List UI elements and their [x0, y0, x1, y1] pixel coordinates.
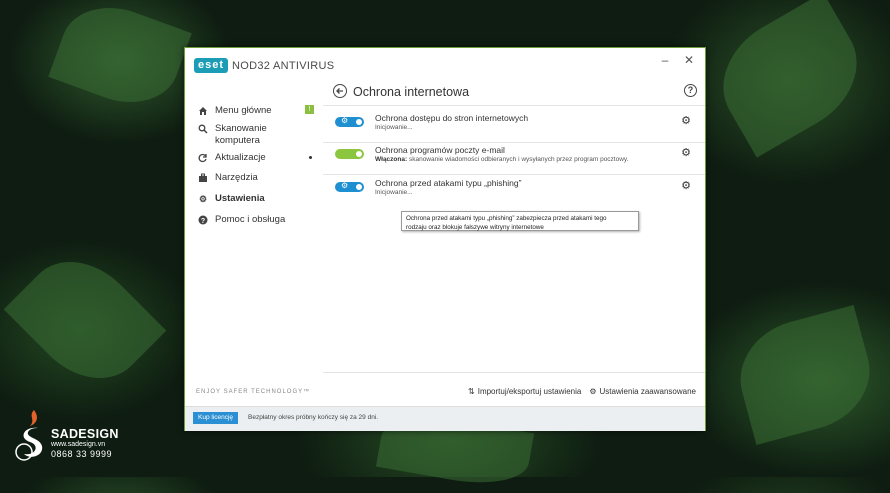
eset-logo: eset NOD32 ANTIVIRUS: [194, 58, 334, 73]
sidebar-item-label: Ustawienia: [215, 193, 265, 204]
close-button[interactable]: ✕: [681, 53, 697, 67]
svg-text:?: ?: [201, 218, 205, 225]
protection-row-phishing: ⚙ Ochrona przed atakami typu „phishing” …: [323, 175, 705, 207]
sidebar-item-scan[interactable]: Skanowanie komputera: [198, 123, 316, 147]
advanced-settings-link[interactable]: ⚙ Ustawienia zaawansowane: [589, 387, 696, 396]
trial-status-text: Bezpłatny okres próbny kończy się za 29 …: [248, 414, 379, 421]
import-export-icon: ⇅: [468, 387, 475, 396]
toggle-switch[interactable]: ⚙: [335, 181, 364, 192]
row-title[interactable]: Ochrona programów poczty e-mail: [375, 145, 505, 155]
row-status: Inicjowanie...: [375, 189, 413, 196]
watermark-phone: 0868 33 9999: [51, 449, 113, 459]
footer-links: ⇅ Importuj/eksportuj ustawienia ⚙ Ustawien…: [468, 387, 696, 396]
gear-icon: ⚙: [341, 181, 349, 190]
help-icon: ?: [198, 215, 208, 225]
refresh-icon: [198, 153, 208, 163]
gear-icon: ⚙: [341, 116, 349, 125]
watermark-url: www.sadesign.vn: [51, 441, 106, 448]
row-title[interactable]: Ochrona przed atakami typu „phishing”: [375, 178, 521, 188]
sidebar-item-label: Skanowanie komputera: [215, 123, 267, 146]
tooltip: Ochrona przed atakami typu „phishing” za…: [401, 211, 639, 231]
tooltip-line: Ochrona przed atakami typu „phishing” za…: [406, 215, 607, 222]
sidebar-item-settings[interactable]: ⚙ Ustawienia: [198, 193, 316, 204]
toggle-knob: [356, 119, 362, 125]
tagline: ENJOY SAFER TECHNOLOGY™: [196, 389, 311, 395]
search-icon: [198, 124, 208, 134]
gear-icon: ⚙: [198, 194, 208, 204]
sidebar-item-label: Menu główne: [215, 105, 272, 116]
tooltip-line: rodzaju oraz blokuje fałszywe witryny in…: [406, 224, 544, 231]
home-icon: [198, 106, 208, 116]
help-button[interactable]: ?: [684, 84, 697, 97]
page-title: Ochrona internetowa: [353, 85, 470, 99]
title-bar[interactable]: eset NOD32 ANTIVIRUS – ✕: [185, 48, 705, 84]
gear-icon: ⚙: [589, 387, 597, 396]
watermark: SADESIGN www.sadesign.vn 0868 33 9999: [10, 406, 120, 466]
background-leaf: [701, 0, 879, 158]
background-leaf: [3, 238, 167, 402]
update-indicator-dot: [309, 156, 312, 159]
arrow-left-icon: [336, 88, 343, 94]
toggle-switch[interactable]: ⚙: [335, 116, 364, 127]
row-title[interactable]: Ochrona dostępu do stron internetowych: [375, 113, 528, 123]
eset-window: eset NOD32 ANTIVIRUS – ✕ Menu główne ! S…: [184, 47, 706, 431]
gear-icon[interactable]: ⚙: [681, 179, 691, 192]
back-button[interactable]: [333, 84, 347, 98]
buy-license-button[interactable]: Kup licencję: [193, 412, 239, 424]
divider: [323, 372, 705, 373]
row-status: Inicjowanie...: [375, 124, 413, 131]
alert-badge: !: [305, 105, 314, 114]
briefcase-icon: [198, 173, 208, 183]
divider: [323, 105, 705, 106]
status-bar: Kup licencję Bezpłatny okres próbny końc…: [185, 406, 705, 431]
eset-logo-badge: eset: [194, 58, 229, 73]
watermark-brand: SADESIGN: [51, 427, 119, 441]
sidebar-item-label: Pomoc i obsługa: [215, 214, 286, 225]
toggle-knob: [356, 184, 362, 190]
sidebar-item-label: Aktualizacje: [215, 152, 266, 163]
sidebar-item-help[interactable]: ? Pomoc i obsługa: [198, 214, 316, 225]
sidebar-item-updates[interactable]: Aktualizacje: [198, 152, 316, 163]
sidebar-item-tools[interactable]: Narzędzia: [198, 172, 316, 183]
gear-icon[interactable]: ⚙: [681, 146, 691, 159]
import-export-link[interactable]: ⇅ Importuj/eksportuj ustawienia: [468, 387, 581, 396]
protection-row-web-access: ⚙ Ochrona dostępu do stron internetowych…: [323, 110, 705, 142]
protection-row-email: Ochrona programów poczty e-mail Włączona…: [323, 142, 705, 174]
sidebar-item-home[interactable]: Menu główne !: [198, 105, 316, 116]
product-name: NOD32 ANTIVIRUS: [232, 59, 335, 72]
sadesign-logo-icon: [15, 410, 43, 461]
gear-icon[interactable]: ⚙: [681, 114, 691, 127]
sidebar: Menu główne ! Skanowanie komputera Aktua…: [185, 84, 323, 380]
toggle-knob: [356, 151, 362, 157]
toggle-switch[interactable]: [335, 149, 364, 159]
background-leaf: [727, 305, 883, 445]
row-status: Włączona: skanowanie wiadomości odbieran…: [375, 156, 629, 163]
background-leaf: [48, 0, 192, 118]
sidebar-item-label: Narzędzia: [215, 172, 258, 183]
minimize-button[interactable]: –: [657, 53, 673, 67]
